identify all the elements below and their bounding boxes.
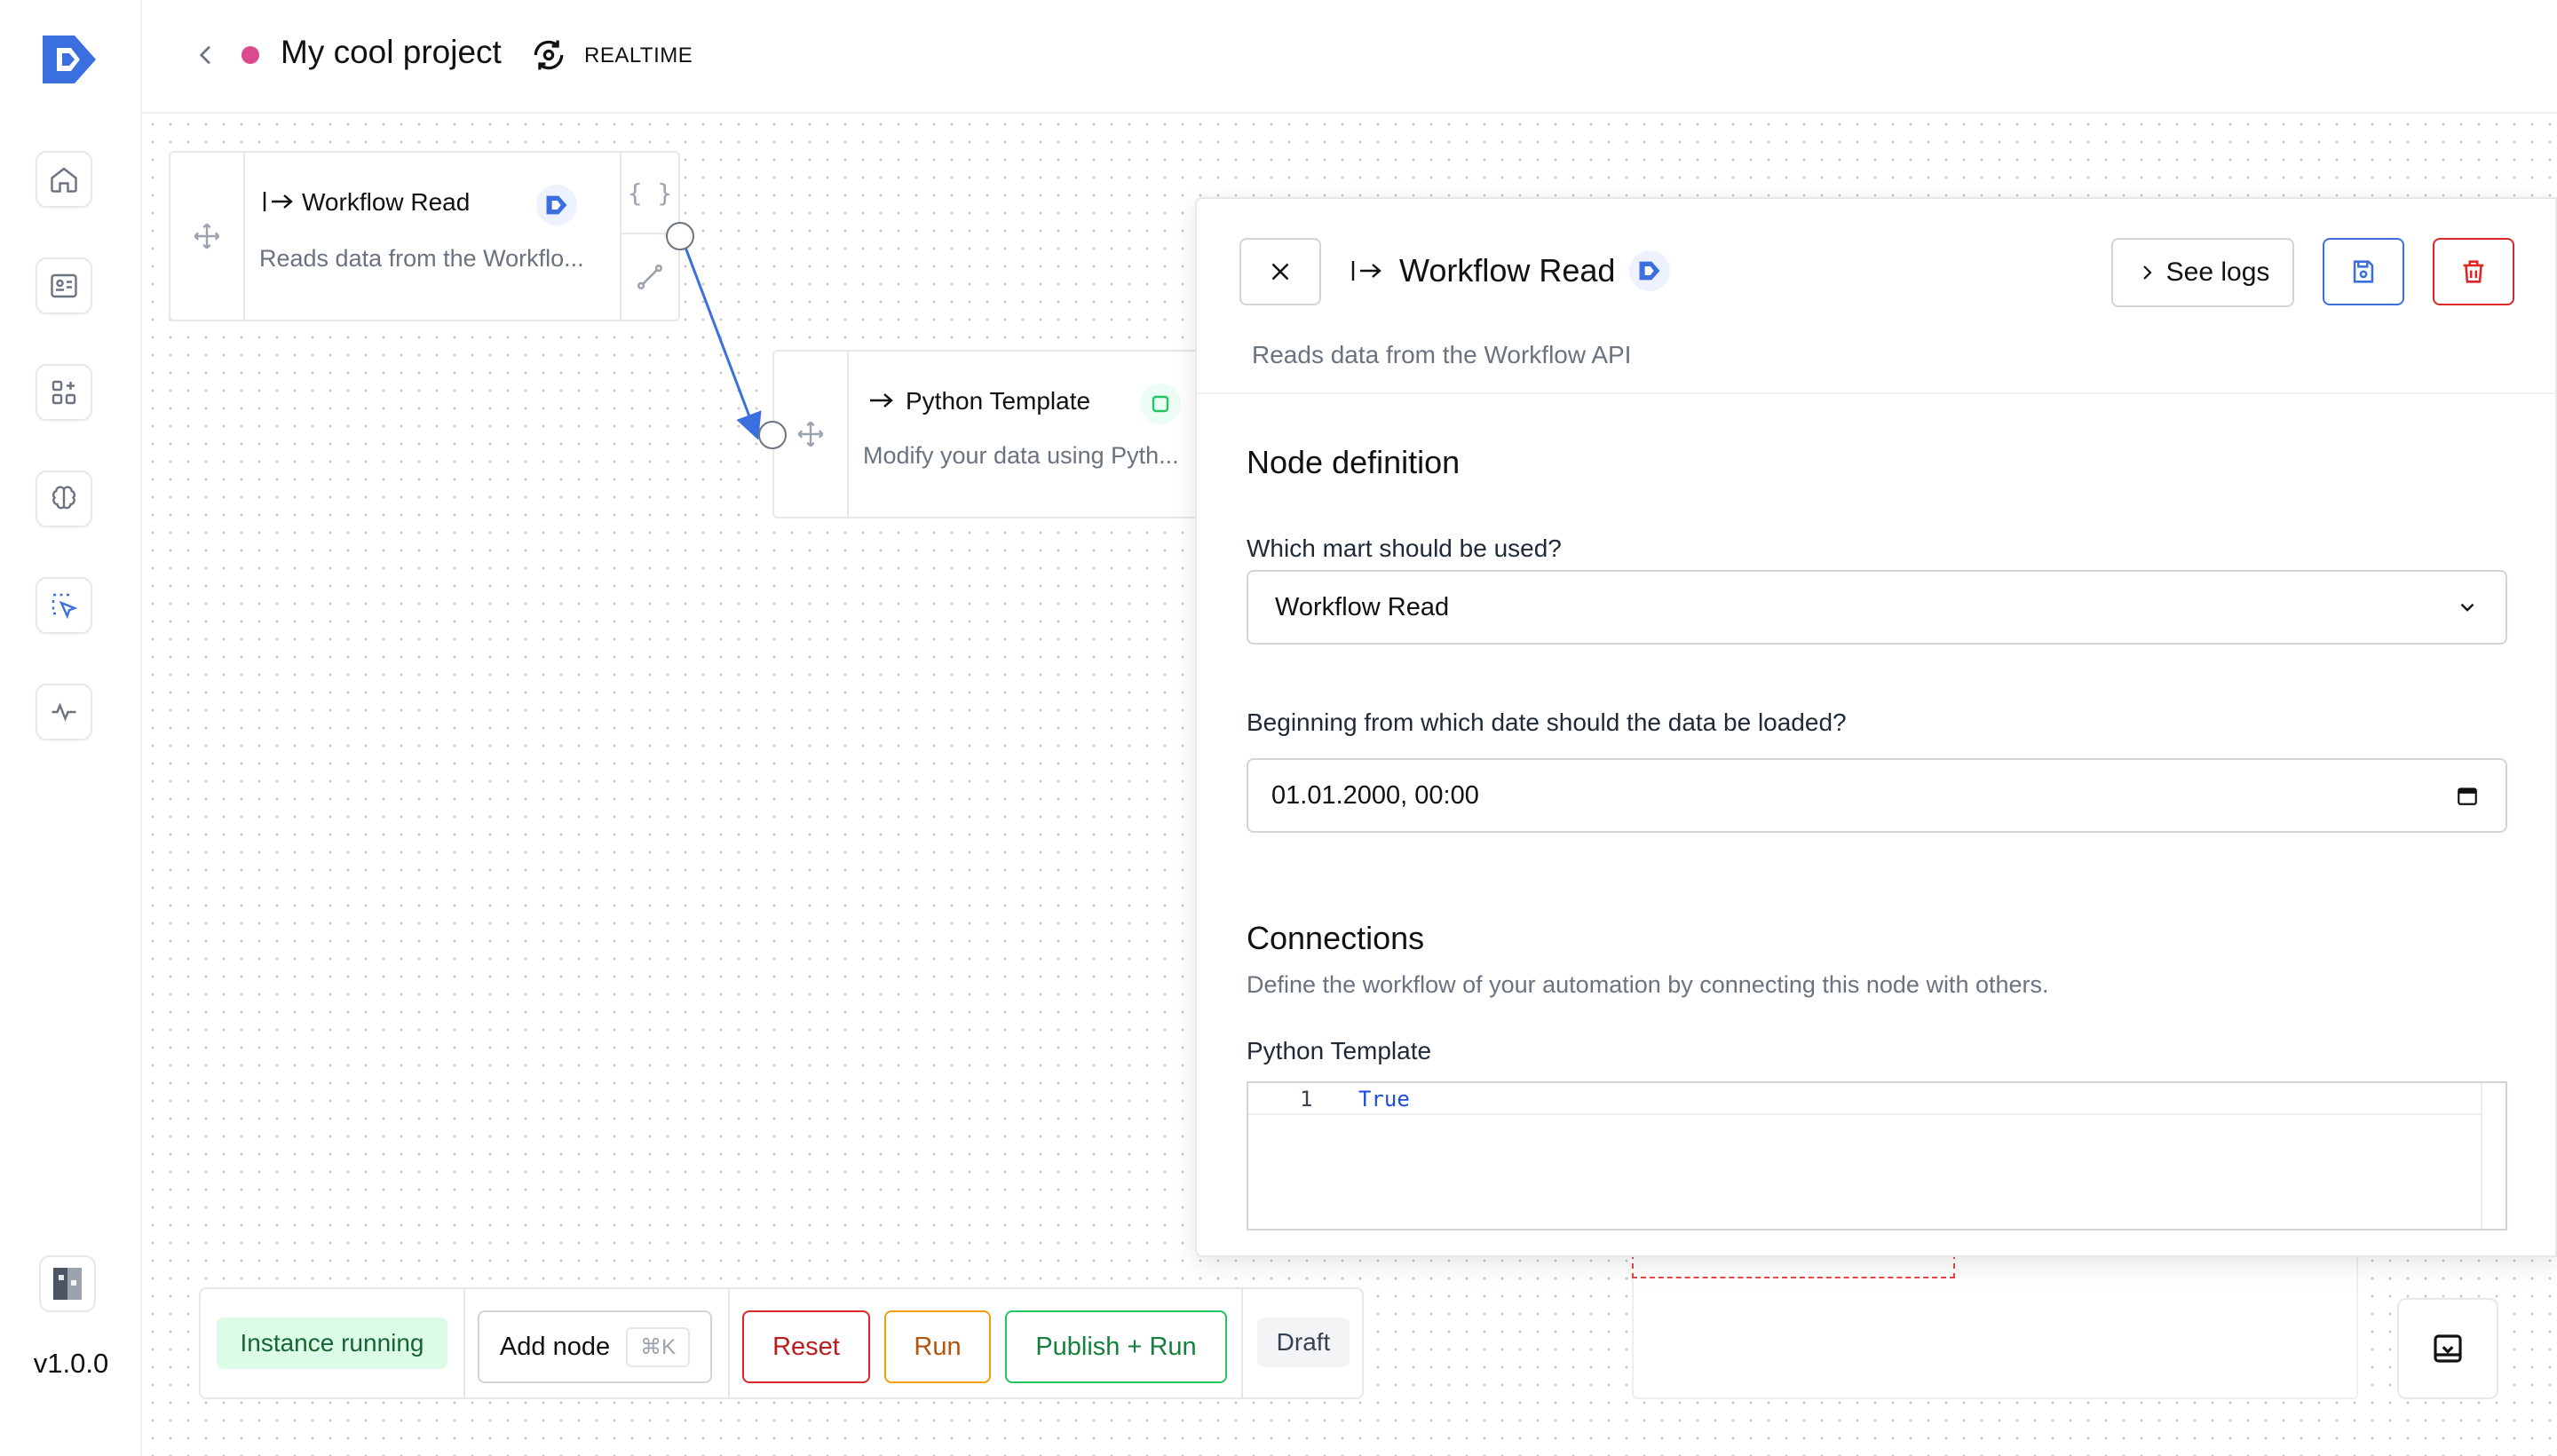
see-logs-button[interactable]: See logs [2111, 238, 2294, 307]
door-icon [53, 1268, 82, 1300]
arrow-right-icon [870, 393, 893, 408]
source-badge [1629, 250, 1671, 291]
project-status-dot [241, 46, 259, 64]
toolbar-divider [728, 1289, 730, 1397]
python-badge [1140, 384, 1181, 424]
run-button[interactable]: Run [884, 1310, 991, 1383]
read-arrow-icon [263, 192, 293, 211]
app-logo[interactable] [39, 32, 99, 87]
reset-button[interactable]: Reset [742, 1310, 870, 1383]
mart-label: Which mart should be used? [1247, 534, 1562, 562]
connections-description: Define the workflow of your automation b… [1247, 971, 2049, 998]
activity-icon [51, 702, 76, 722]
editor-scrollbar[interactable] [2481, 1083, 2506, 1229]
date-input[interactable]: 01.01.2000, 00:00 [1247, 758, 2507, 833]
sidebar-item-apps[interactable] [36, 364, 92, 421]
chevron-right-icon [2142, 265, 2152, 280]
code-editor[interactable]: 1 True [1247, 1081, 2507, 1230]
move-icon [797, 421, 824, 447]
add-node-button[interactable]: Add node ⌘K [478, 1310, 712, 1383]
logo-badge-icon [546, 195, 567, 215]
draft-badge: Draft [1257, 1318, 1350, 1367]
select-pointer-icon [51, 593, 78, 620]
read-arrow-icon [1351, 261, 1381, 281]
connect-button[interactable] [621, 234, 678, 320]
realtime-icon [534, 40, 564, 70]
close-icon [1271, 263, 1289, 281]
line-number: 1 [1300, 1087, 1313, 1112]
instance-status-badge: Instance running [217, 1318, 447, 1369]
connection-name: Python Template [1247, 1037, 1432, 1064]
bottom-toolbar: Instance running Add node ⌘K Reset Run P… [199, 1287, 1364, 1399]
sidebar-item-brain[interactable] [36, 471, 92, 527]
save-button[interactable] [2323, 238, 2404, 305]
date-input-value: 01.01.2000, 00:00 [1271, 780, 1479, 810]
move-icon [194, 223, 220, 249]
mart-select[interactable]: Workflow Read [1247, 570, 2507, 645]
sidebar-item-home[interactable] [36, 151, 92, 208]
node-definition-heading: Node definition [1247, 444, 1461, 480]
node-workflow-read[interactable]: Workflow Read Reads data from the Workfl… [169, 151, 680, 321]
input-handle[interactable] [758, 421, 787, 449]
sidebar-item-contacts[interactable] [36, 257, 92, 314]
chevron-down-icon [2460, 603, 2474, 612]
grid-plus-icon [51, 380, 76, 405]
panel-divider [1197, 392, 2555, 394]
node-title: Python Template [906, 387, 1091, 415]
connections-heading: Connections [1247, 920, 1425, 956]
see-logs-label: See logs [2165, 257, 2270, 287]
python-square-icon [1152, 395, 1169, 413]
date-label: Beginning from which date should the dat… [1247, 708, 1847, 736]
logo-badge-icon [1639, 261, 1660, 281]
id-card-icon [51, 273, 77, 298]
publish-run-button[interactable]: Publish + Run [1005, 1310, 1227, 1383]
realtime-mode-label[interactable]: REALTIME [584, 44, 693, 68]
sidebar-item-workflows[interactable] [36, 577, 92, 634]
node-title: Workflow Read [302, 188, 471, 216]
drag-handle[interactable] [170, 153, 245, 320]
trash-icon [2463, 260, 2484, 283]
panel-header: Workflow Read [1350, 250, 1671, 291]
panel-title: Workflow Read [1399, 252, 1616, 289]
active-line [1248, 1083, 2481, 1115]
output-handle[interactable] [666, 222, 694, 250]
node-detail-panel: Workflow Read See logs Reads data from t… [1195, 197, 2557, 1257]
close-button[interactable] [1239, 238, 1321, 305]
selection-outline [1632, 1254, 1955, 1278]
calendar-icon [2458, 787, 2477, 805]
brain-icon [51, 486, 76, 510]
mart-select-value: Workflow Read [1275, 592, 1450, 621]
toolbar-divider [1241, 1289, 1243, 1397]
app-version: v1.0.0 [33, 1348, 109, 1379]
json-output-button[interactable]: { } [621, 153, 678, 234]
code-text[interactable]: True [1358, 1087, 1410, 1112]
node-python-template[interactable]: Python Template Modify your data using P… [772, 350, 1234, 518]
node-description: Modify your data using Pyth... [863, 442, 1179, 469]
top-header: My cool project REALTIME [142, 0, 2557, 114]
link-icon [637, 264, 663, 290]
chevron-left-icon[interactable] [192, 41, 220, 69]
shortcut-hint: ⌘K [626, 1326, 691, 1367]
add-node-label: Add node [499, 1332, 611, 1361]
toolbar-divider [463, 1289, 465, 1397]
node-description: Reads data from the Workflo... [259, 245, 584, 272]
toggle-panel-button[interactable] [2397, 1298, 2498, 1399]
inbox-icon [2434, 1334, 2462, 1363]
panel-description: Reads data from the Workflow API [1252, 341, 1632, 368]
project-title: My cool project [281, 34, 502, 70]
home-icon [51, 167, 77, 193]
save-icon [2353, 260, 2374, 283]
delete-button[interactable] [2433, 238, 2514, 305]
avatar[interactable] [39, 1255, 96, 1312]
sidebar-item-activity[interactable] [36, 684, 92, 740]
sidebar: v1.0.0 [0, 0, 142, 1456]
source-badge [536, 185, 577, 226]
